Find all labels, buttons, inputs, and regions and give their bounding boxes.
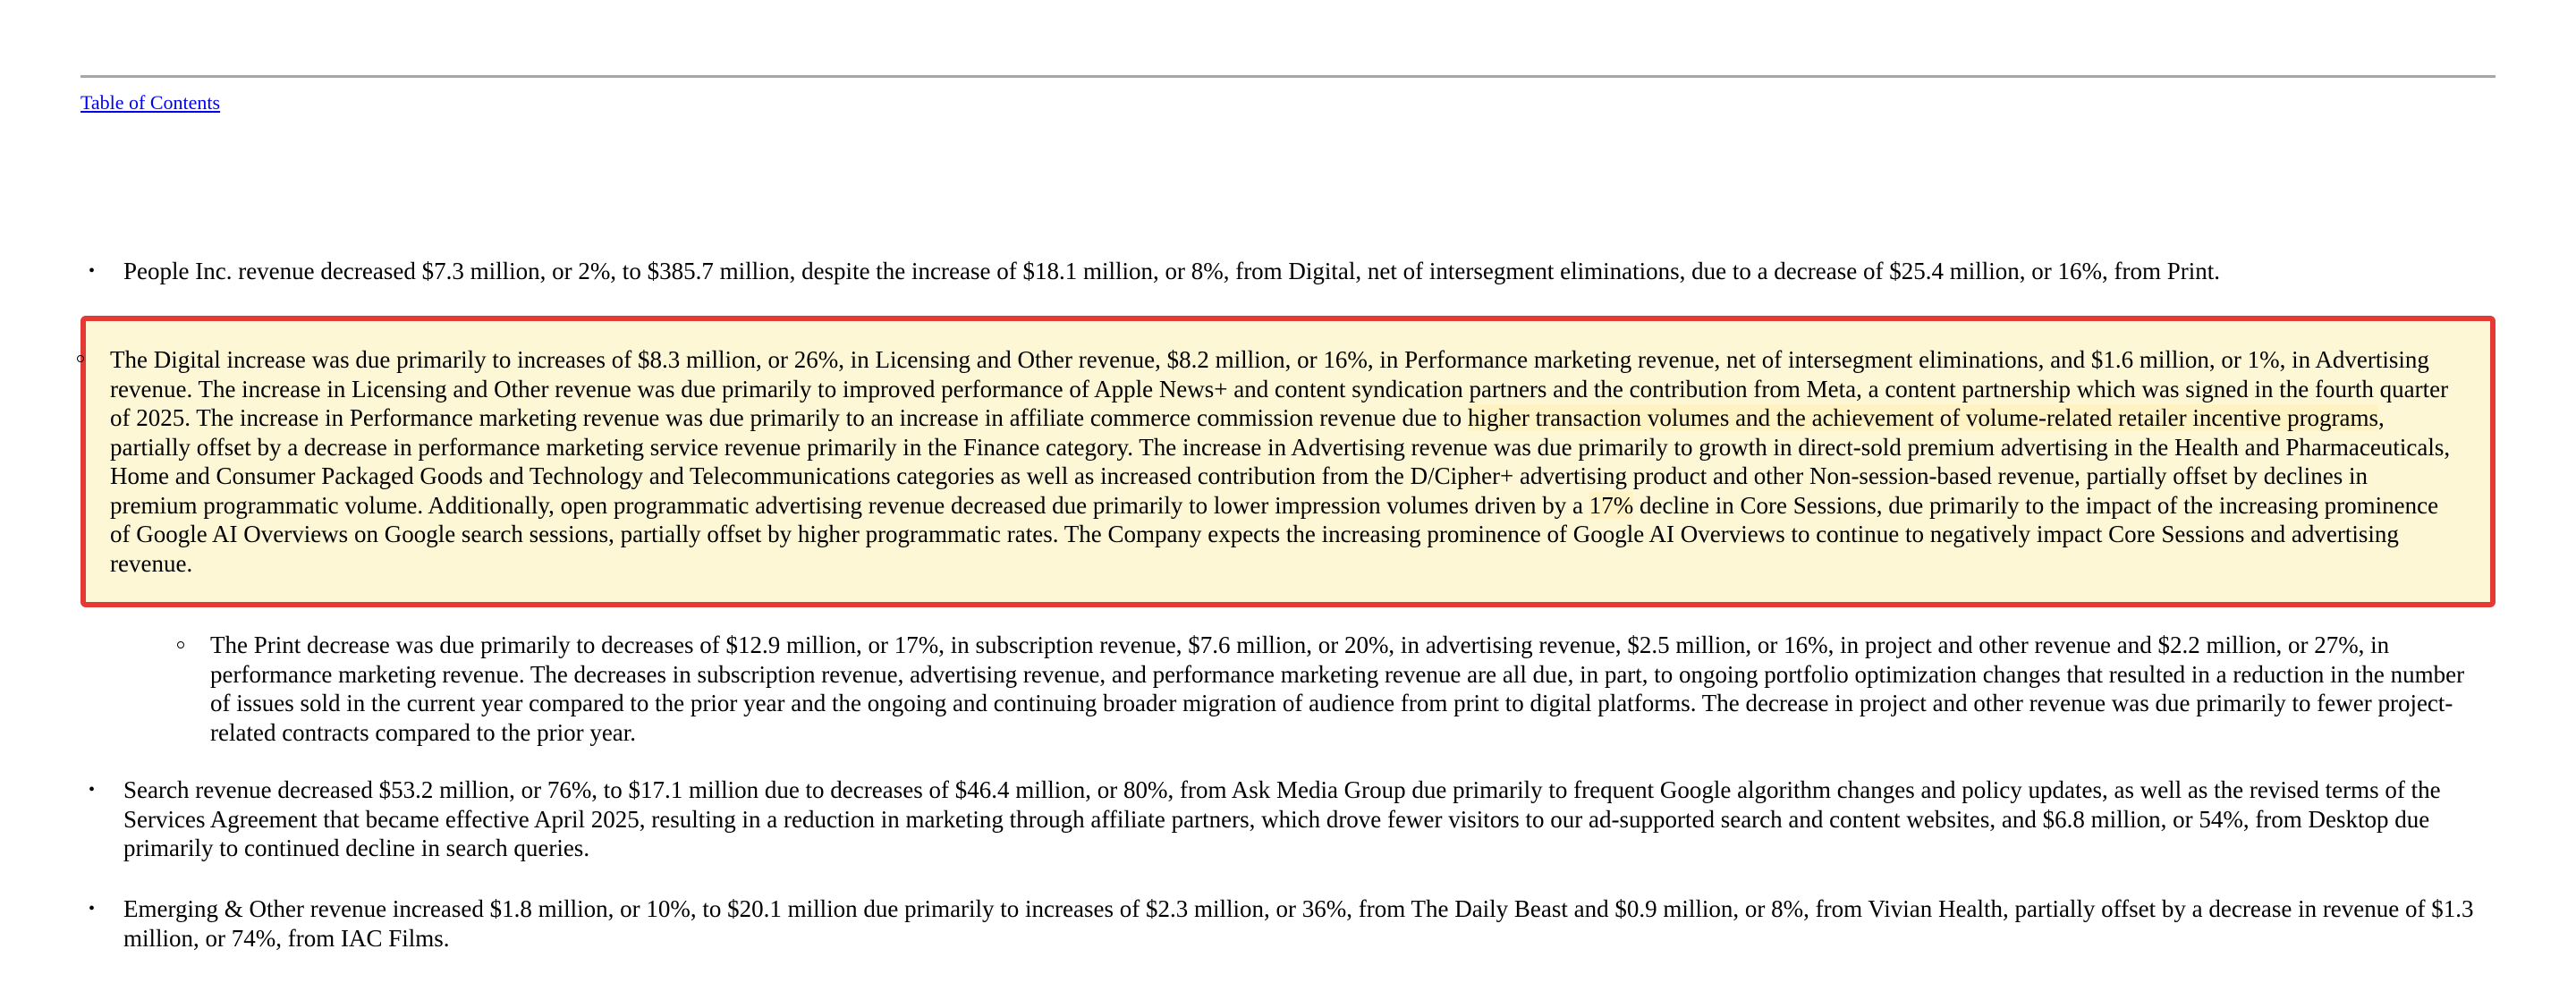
- digital-increase-paragraph: The Digital increase was due primarily t…: [110, 345, 2458, 578]
- hollow-bullet: [77, 355, 84, 362]
- highlighted-phrase: higher transaction volumes and the achie…: [1467, 404, 2379, 431]
- bullet-disc: •: [89, 780, 96, 800]
- people-revenue-paragraph: People Inc. revenue decreased $7.3 milli…: [123, 258, 2220, 284]
- print-decrease-paragraph: The Print decrease was due primarily to …: [210, 631, 2465, 746]
- hollow-bullet: [177, 641, 184, 648]
- bullet-disc: •: [89, 261, 96, 281]
- search-revenue-paragraph: Search revenue decreased $53.2 million, …: [123, 776, 2441, 861]
- highlighted-percentage: 17%: [1589, 491, 1634, 519]
- top-divider: [80, 75, 2496, 78]
- table-of-contents-link[interactable]: Table of Contents: [80, 91, 220, 114]
- emerging-other-revenue-paragraph: Emerging & Other revenue increased $1.8 …: [123, 895, 2474, 952]
- bullet-disc: •: [89, 899, 96, 919]
